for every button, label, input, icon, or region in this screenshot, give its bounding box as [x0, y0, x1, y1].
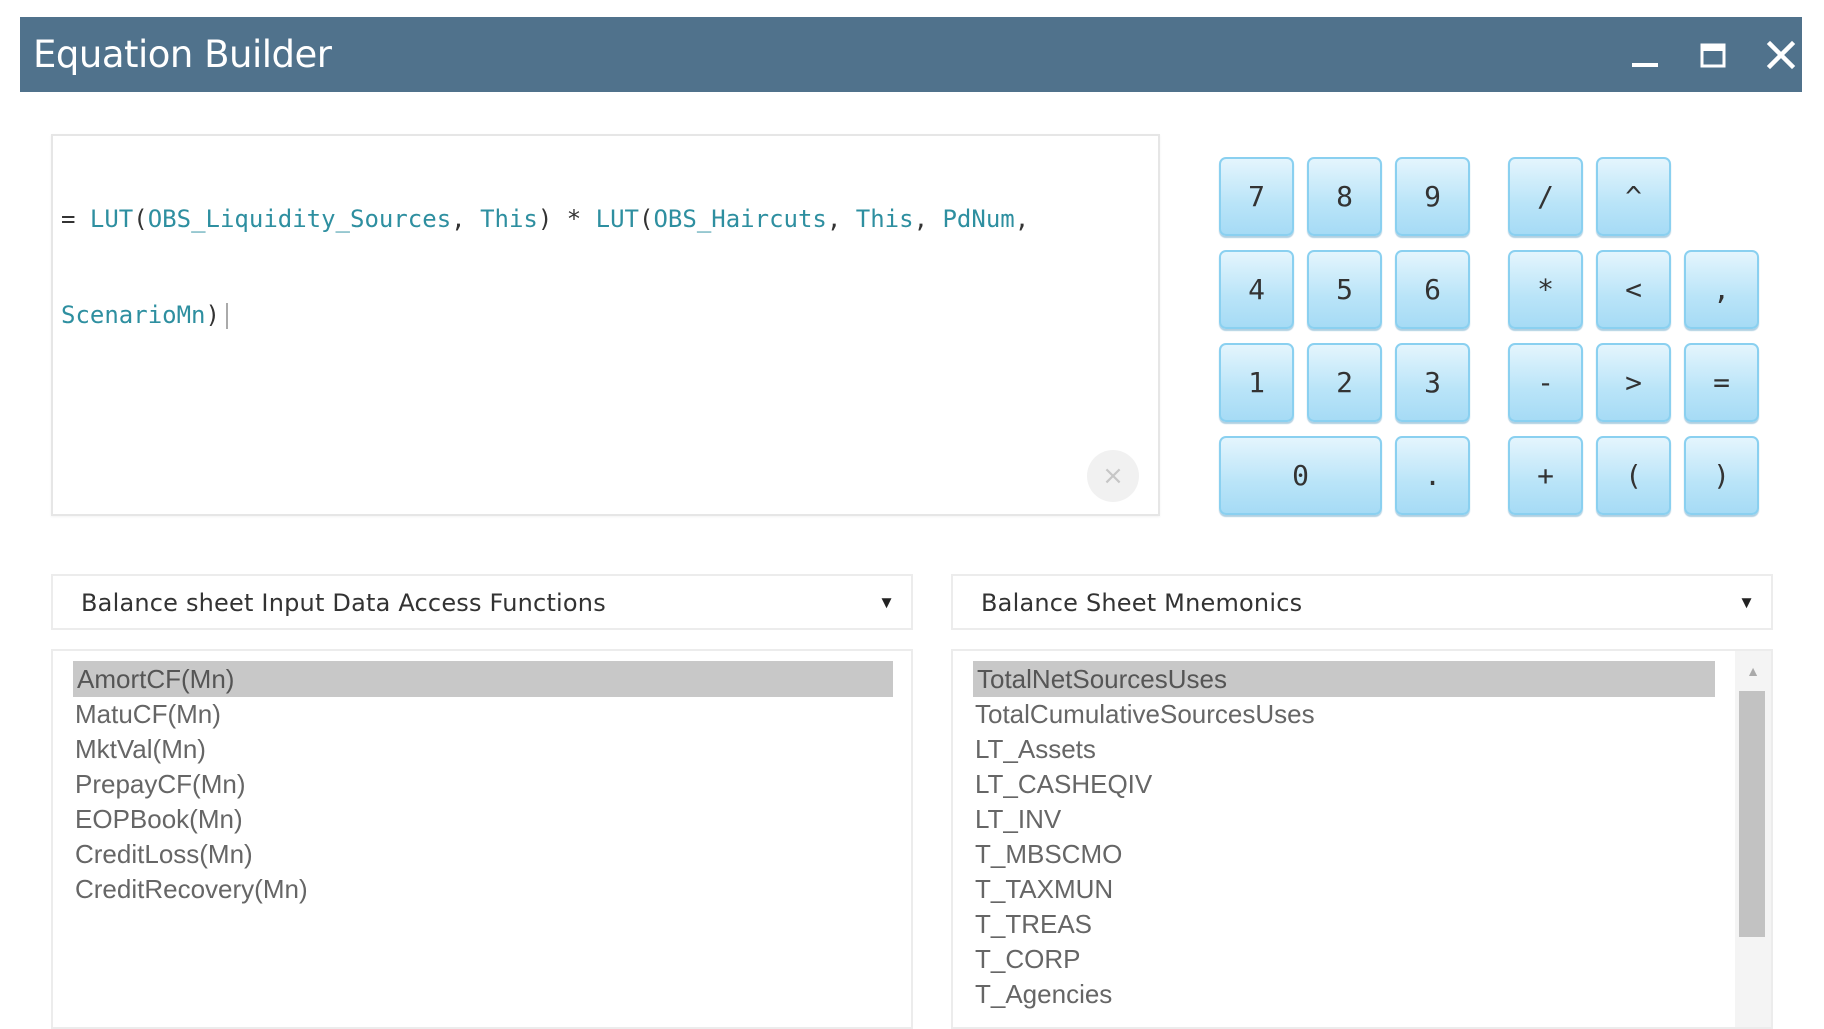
list-item[interactable]: MatuCF(Mn): [75, 696, 221, 732]
scroll-up-arrow-icon[interactable]: ▲: [1735, 651, 1771, 691]
equation-token: PdNum: [942, 205, 1015, 233]
list-item[interactable]: T_Agencies: [975, 976, 1112, 1012]
text-caret: [225, 303, 228, 329]
key-divide[interactable]: /: [1508, 157, 1583, 236]
equation-token: This: [855, 205, 914, 233]
equation-token: OBS_Haircuts: [653, 205, 827, 233]
equation-token: ,: [451, 205, 481, 233]
equation-token: ) *: [537, 205, 596, 233]
equation-line-1: = LUT(OBS_Liquidity_Sources, This) * LUT…: [61, 203, 1121, 235]
equation-token: ): [205, 301, 220, 329]
equation-text[interactable]: = LUT(OBS_Liquidity_Sources, This) * LUT…: [61, 139, 1121, 395]
key-plus[interactable]: +: [1508, 436, 1583, 515]
mnemonics-category-dropdown[interactable]: Balance Sheet Mnemonics ▼: [951, 574, 1773, 630]
window-title: Equation Builder: [33, 33, 332, 76]
minimize-icon: [1632, 63, 1658, 67]
equation-token: =: [61, 205, 90, 233]
clear-equation-button[interactable]: ×: [1087, 450, 1139, 502]
list-item[interactable]: LT_INV: [975, 801, 1061, 837]
equation-token: This: [480, 205, 538, 233]
close-icon: [1766, 40, 1796, 70]
equation-token: ,: [826, 205, 856, 233]
key-equals[interactable]: =: [1684, 343, 1759, 422]
list-item[interactable]: MktVal(Mn): [75, 731, 206, 767]
key-less-than[interactable]: <: [1596, 250, 1671, 329]
list-item[interactable]: LT_Assets: [975, 731, 1096, 767]
equation-line-2: ScenarioMn): [61, 299, 1121, 331]
equation-token: LUT: [89, 205, 134, 233]
equation-token: OBS_Liquidity_Sources: [147, 205, 452, 233]
key-minus[interactable]: -: [1508, 343, 1583, 422]
list-item[interactable]: AmortCF(Mn): [73, 661, 893, 697]
list-item[interactable]: TotalCumulativeSourcesUses: [975, 696, 1315, 732]
list-item[interactable]: T_TAXMUN: [975, 871, 1113, 907]
title-bar: Equation Builder: [20, 17, 1802, 92]
key-6[interactable]: 6: [1395, 250, 1470, 329]
list-item[interactable]: T_MBSCMO: [975, 836, 1122, 872]
scroll-thumb[interactable]: [1739, 691, 1765, 937]
mnemonics-category-label: Balance Sheet Mnemonics: [981, 589, 1303, 617]
list-item[interactable]: CreditRecovery(Mn): [75, 871, 308, 907]
equation-token: ,: [913, 205, 943, 233]
key-5[interactable]: 5: [1307, 250, 1382, 329]
chevron-down-icon: ▼: [878, 593, 895, 612]
functions-list[interactable]: AmortCF(Mn) MatuCF(Mn) MktVal(Mn) PrepayCF(…: [51, 649, 913, 1029]
key-left-paren[interactable]: (: [1596, 436, 1671, 515]
maximize-icon: [1700, 43, 1726, 68]
list-item[interactable]: T_TREAS: [975, 906, 1092, 942]
key-right-paren[interactable]: ): [1684, 436, 1759, 515]
key-0[interactable]: 0: [1219, 436, 1382, 515]
key-7[interactable]: 7: [1219, 157, 1294, 236]
mnemonics-list[interactable]: ▲ TotalNetSourcesUses TotalCumulativeSour…: [951, 649, 1773, 1029]
equation-token: ScenarioMn: [61, 301, 206, 329]
functions-category-label: Balance sheet Input Data Access Function…: [81, 589, 606, 617]
functions-category-dropdown[interactable]: Balance sheet Input Data Access Function…: [51, 574, 913, 630]
close-button[interactable]: [1759, 33, 1803, 77]
key-9[interactable]: 9: [1395, 157, 1470, 236]
list-item[interactable]: PrepayCF(Mn): [75, 766, 245, 802]
key-greater-than[interactable]: >: [1596, 343, 1671, 422]
key-8[interactable]: 8: [1307, 157, 1382, 236]
list-item[interactable]: TotalNetSourcesUses: [973, 661, 1715, 697]
key-multiply[interactable]: *: [1508, 250, 1583, 329]
key-3[interactable]: 3: [1395, 343, 1470, 422]
chevron-down-icon: ▼: [1738, 593, 1755, 612]
key-4[interactable]: 4: [1219, 250, 1294, 329]
equation-editor[interactable]: = LUT(OBS_Liquidity_Sources, This) * LUT…: [51, 134, 1160, 516]
list-item[interactable]: T_CORP: [975, 941, 1080, 977]
list-item[interactable]: EOPBook(Mn): [75, 801, 243, 837]
key-comma[interactable]: ,: [1684, 250, 1759, 329]
scrollbar[interactable]: ▲: [1735, 651, 1771, 1027]
key-decimal[interactable]: .: [1395, 436, 1470, 515]
list-item[interactable]: CreditLoss(Mn): [75, 836, 253, 872]
equation-token: (: [639, 205, 654, 233]
equation-token: (: [133, 205, 148, 233]
equation-token: ,: [1014, 205, 1030, 233]
maximize-button[interactable]: [1691, 33, 1735, 77]
key-1[interactable]: 1: [1219, 343, 1294, 422]
minimize-button[interactable]: [1623, 33, 1667, 77]
equation-token: LUT: [595, 205, 640, 233]
key-2[interactable]: 2: [1307, 343, 1382, 422]
list-item[interactable]: LT_CASHEQIV: [975, 766, 1152, 802]
key-power[interactable]: ^: [1596, 157, 1671, 236]
